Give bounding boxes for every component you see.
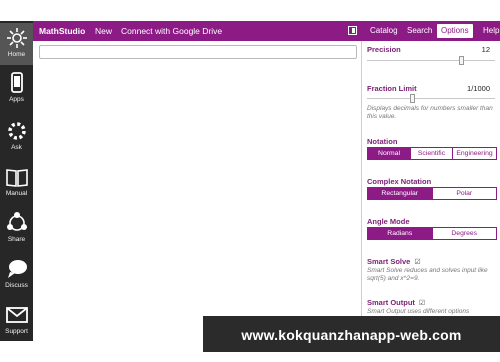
worksheet-area (33, 41, 362, 341)
smart-output-checkbox[interactable]: ☑ (419, 299, 425, 307)
tab-options[interactable]: Options (437, 24, 473, 38)
sidebar-label-manual: Manual (5, 190, 28, 197)
phone-icon (10, 72, 23, 93)
complex-notation-selector: Rectangular Polar (367, 187, 497, 200)
smart-solve-checkbox[interactable]: ☑ (414, 258, 420, 266)
fraction-limit-title: Fraction Limit (367, 84, 417, 93)
tab-catalog[interactable]: Catalog (366, 24, 402, 38)
smart-output-label: Smart Output (367, 298, 415, 307)
precision-slider-thumb[interactable] (459, 56, 464, 65)
angle-degrees-button[interactable]: Degrees (431, 228, 496, 239)
precision-title: Precision (367, 45, 401, 54)
google-drive-link[interactable]: Connect with Google Drive (121, 26, 222, 36)
fraction-limit-slider-thumb[interactable] (410, 94, 415, 103)
expression-input[interactable] (39, 45, 357, 59)
sidebar-item-manual[interactable]: Manual (0, 165, 33, 205)
new-link[interactable]: New (95, 26, 112, 36)
options-panel: Precision 12 Fraction Limit 1/1000 Displ… (362, 41, 500, 341)
sidebar-item-discuss[interactable]: Discuss (0, 257, 33, 297)
complex-rectangular-button[interactable]: Rectangular (368, 188, 432, 199)
panel-toggle-icon[interactable] (348, 26, 357, 35)
sidebar-item-home[interactable]: Home (0, 23, 33, 65)
sidebar-label-support: Support (5, 328, 28, 335)
tab-help[interactable]: Help (479, 24, 500, 38)
fraction-limit-description: Displays decimals for numbers smaller th… (367, 105, 493, 120)
complex-notation-title: Complex Notation (367, 177, 432, 186)
notation-title: Notation (367, 137, 398, 146)
brand-logo[interactable]: MathStudio (39, 26, 85, 36)
book-icon (5, 169, 28, 187)
sidebar-label-apps: Apps (9, 96, 24, 103)
top-bar: MathStudio New Connect with Google Drive… (33, 21, 500, 41)
share-icon (6, 212, 27, 231)
watermark-banner: www.kokquanzhanapp-web.com (203, 316, 500, 352)
sidebar-item-share[interactable]: Share (0, 211, 33, 251)
sidebar-label-home: Home (7, 51, 26, 58)
sidebar-label-discuss: Discuss (5, 282, 28, 289)
angle-mode-selector: Radians Degrees (367, 227, 497, 240)
notation-normal-button[interactable]: Normal (368, 148, 410, 159)
fraction-limit-value: 1/1000 (467, 84, 490, 93)
precision-value: 12 (481, 45, 490, 54)
sidebar-label-ask: Ask (11, 144, 22, 151)
sidebar-item-ask[interactable]: Ask (0, 119, 33, 159)
sidebar-item-support[interactable]: Support (0, 303, 33, 341)
tab-search[interactable]: Search (403, 24, 436, 38)
home-icon (6, 28, 27, 48)
ask-gear-icon (7, 122, 26, 140)
smart-solve-description: Smart Solve reduces and solves input lik… (367, 267, 488, 282)
smart-solve-title: Smart Solve ☑ (367, 257, 421, 266)
notation-selector: Normal Scientific Engineering (367, 147, 497, 160)
notation-scientific-button[interactable]: Scientific (410, 148, 452, 159)
sidebar-label-share: Share (7, 236, 26, 243)
angle-mode-title: Angle Mode (367, 217, 410, 226)
smart-solve-label: Smart Solve (367, 257, 411, 266)
app-sidebar: Home Apps Ask Manual Share Discuss Suppo… (0, 21, 33, 341)
watermark-text: www.kokquanzhanapp-web.com (241, 327, 462, 343)
fraction-limit-slider[interactable] (367, 94, 495, 103)
notation-engineering-button[interactable]: Engineering (452, 148, 496, 159)
complex-polar-button[interactable]: Polar (431, 188, 496, 199)
discuss-icon (7, 260, 27, 278)
smart-output-title: Smart Output ☑ (367, 298, 425, 307)
angle-radians-button[interactable]: Radians (368, 228, 432, 239)
mail-icon (5, 307, 28, 323)
sidebar-item-apps[interactable]: Apps (0, 71, 33, 111)
precision-slider[interactable] (367, 56, 495, 65)
